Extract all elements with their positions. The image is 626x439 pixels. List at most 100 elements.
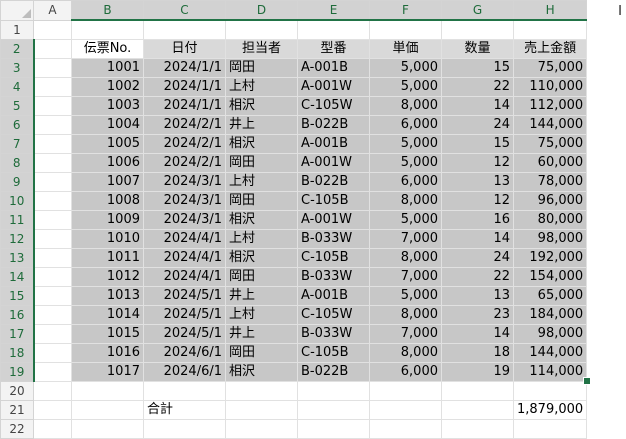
column-header-e[interactable]: E [297, 0, 370, 21]
cell-b20[interactable] [71, 380, 144, 401]
cell-a13[interactable] [33, 247, 72, 268]
cell-g6[interactable]: 24 [441, 114, 514, 135]
cell-d13[interactable]: 相沢 [225, 247, 298, 268]
cell-a22[interactable] [33, 418, 72, 439]
cell-e11[interactable]: A-001W [297, 209, 370, 230]
row-header-8[interactable]: 8 [0, 152, 35, 173]
cell-b7[interactable]: 1005 [71, 133, 144, 154]
cell-g17[interactable]: 14 [441, 323, 514, 344]
cell-f16[interactable]: 8,000 [369, 304, 442, 325]
cell-d8[interactable]: 岡田 [225, 152, 298, 173]
cell-d21[interactable] [225, 399, 298, 420]
cell-c11[interactable]: 2024/3/1 [143, 209, 226, 230]
row-header-18[interactable]: 18 [0, 342, 35, 363]
row-header-10[interactable]: 10 [0, 190, 35, 211]
cell-g12[interactable]: 14 [441, 228, 514, 249]
total-value[interactable]: 1,879,000 [512, 399, 588, 420]
cell-h19[interactable]: 114,000 [512, 361, 588, 382]
cell-g8[interactable]: 12 [441, 152, 514, 173]
cell-a15[interactable] [33, 285, 72, 306]
column-header-c[interactable]: C [143, 0, 226, 21]
cell-f8[interactable]: 5,000 [369, 152, 442, 173]
cell-b1[interactable] [71, 19, 144, 40]
cell-d5[interactable]: 相沢 [225, 95, 298, 116]
column-header-f[interactable]: F [369, 0, 442, 21]
cell-d16[interactable]: 上村 [225, 304, 298, 325]
cell-b10[interactable]: 1008 [71, 190, 144, 211]
cell-d19[interactable]: 相沢 [225, 361, 298, 382]
cell-h10[interactable]: 96,000 [512, 190, 588, 211]
cell-h14[interactable]: 154,000 [512, 266, 588, 287]
cell-d3[interactable]: 岡田 [225, 57, 298, 78]
cell-d10[interactable]: 岡田 [225, 190, 298, 211]
cell-b21[interactable] [71, 399, 144, 420]
row-header-13[interactable]: 13 [0, 247, 35, 268]
column-header-a[interactable]: A [33, 0, 72, 21]
row-header-14[interactable]: 14 [0, 266, 35, 287]
cell-a2[interactable] [33, 38, 72, 59]
cell-e17[interactable]: B-033W [297, 323, 370, 344]
cell-f12[interactable]: 7,000 [369, 228, 442, 249]
cell-b19[interactable]: 1017 [71, 361, 144, 382]
cell-h15[interactable]: 65,000 [512, 285, 588, 306]
cell-d9[interactable]: 上村 [225, 171, 298, 192]
cell-e21[interactable] [297, 399, 370, 420]
cell-c1[interactable] [143, 19, 226, 40]
cell-a12[interactable] [33, 228, 72, 249]
cell-h9[interactable]: 78,000 [512, 171, 588, 192]
cell-e15[interactable]: A-001B [297, 285, 370, 306]
cell-h5[interactable]: 112,000 [512, 95, 588, 116]
cell-b6[interactable]: 1004 [71, 114, 144, 135]
cell-f2[interactable]: 単価 [369, 38, 442, 59]
cell-a6[interactable] [33, 114, 72, 135]
cell-h22[interactable] [512, 418, 588, 439]
cell-g15[interactable]: 13 [441, 285, 514, 306]
cell-a21[interactable] [33, 399, 72, 420]
cell-b18[interactable]: 1016 [71, 342, 144, 363]
cell-d12[interactable]: 上村 [225, 228, 298, 249]
column-header-g[interactable]: G [441, 0, 514, 21]
column-header-d[interactable]: D [225, 0, 298, 21]
cell-a8[interactable] [33, 152, 72, 173]
row-header-20[interactable]: 20 [0, 380, 34, 401]
cell-e10[interactable]: C-105B [297, 190, 370, 211]
cell-f4[interactable]: 5,000 [369, 76, 442, 97]
column-header-b[interactable]: B [71, 0, 144, 21]
spreadsheet-grid[interactable]: A B C D E F G H 1 2 伝票No. 日付 担当者 型番 単価 数量 売上金額 3 1001 2024/… [0, 0, 588, 439]
cell-g4[interactable]: 22 [441, 76, 514, 97]
cell-d4[interactable]: 上村 [225, 76, 298, 97]
cell-c5[interactable]: 2024/1/1 [143, 95, 226, 116]
cell-h16[interactable]: 184,000 [512, 304, 588, 325]
cell-h11[interactable]: 80,000 [512, 209, 588, 230]
cell-f5[interactable]: 8,000 [369, 95, 442, 116]
cell-c22[interactable] [143, 418, 226, 439]
cell-h12[interactable]: 98,000 [512, 228, 588, 249]
row-header-9[interactable]: 9 [0, 171, 35, 192]
cell-c10[interactable]: 2024/3/1 [143, 190, 226, 211]
cell-a1[interactable] [33, 19, 72, 40]
cell-d22[interactable] [225, 418, 298, 439]
cell-f3[interactable]: 5,000 [369, 57, 442, 78]
row-header-2[interactable]: 2 [0, 38, 35, 59]
cell-d1[interactable] [225, 19, 298, 40]
cell-e8[interactable]: A-001W [297, 152, 370, 173]
cell-c15[interactable]: 2024/5/1 [143, 285, 226, 306]
cell-c20[interactable] [143, 380, 226, 401]
cell-h3[interactable]: 75,000 [512, 57, 588, 78]
cell-d7[interactable]: 相沢 [225, 133, 298, 154]
cell-h2[interactable]: 売上金額 [512, 38, 588, 59]
cell-a4[interactable] [33, 76, 72, 97]
cell-c4[interactable]: 2024/1/1 [143, 76, 226, 97]
cell-h4[interactable]: 110,000 [512, 76, 588, 97]
cell-d6[interactable]: 井上 [225, 114, 298, 135]
cell-h20[interactable] [512, 380, 588, 401]
cell-d2[interactable]: 担当者 [225, 38, 298, 59]
cell-f17[interactable]: 7,000 [369, 323, 442, 344]
cell-f18[interactable]: 8,000 [369, 342, 442, 363]
row-header-6[interactable]: 6 [0, 114, 35, 135]
cell-e6[interactable]: B-022B [297, 114, 370, 135]
cell-a7[interactable] [33, 133, 72, 154]
cell-e1[interactable] [297, 19, 370, 40]
cell-b2[interactable]: 伝票No. [71, 38, 144, 59]
cell-f6[interactable]: 6,000 [369, 114, 442, 135]
